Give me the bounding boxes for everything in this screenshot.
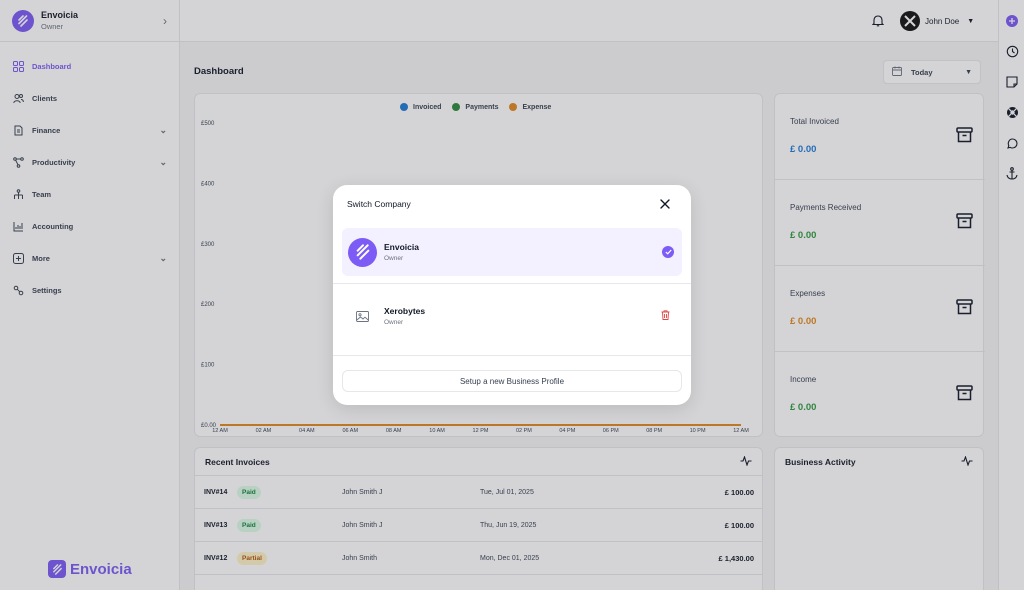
- divider: [333, 355, 691, 356]
- company-option-xerobytes[interactable]: Xerobytes Owner: [342, 292, 682, 340]
- company-option-name: Xerobytes: [384, 306, 426, 316]
- modal-title: Switch Company: [347, 199, 411, 209]
- check-circle-icon: [662, 246, 674, 258]
- company-option-role: Owner: [384, 255, 404, 262]
- company-option-envoicia[interactable]: Envoicia Owner: [342, 228, 682, 276]
- divider: [333, 283, 691, 284]
- company-option-name: Envoicia: [384, 242, 419, 252]
- company-option-role: Owner: [384, 319, 404, 326]
- trash-icon[interactable]: [661, 307, 670, 325]
- close-icon[interactable]: [658, 197, 672, 211]
- company-logo-icon: [348, 237, 377, 267]
- setup-business-profile-button[interactable]: Setup a new Business Profile: [342, 370, 682, 392]
- image-placeholder-icon: [348, 302, 377, 331]
- switch-company-modal: Switch Company Envoicia Owner Xerobytes …: [333, 185, 691, 405]
